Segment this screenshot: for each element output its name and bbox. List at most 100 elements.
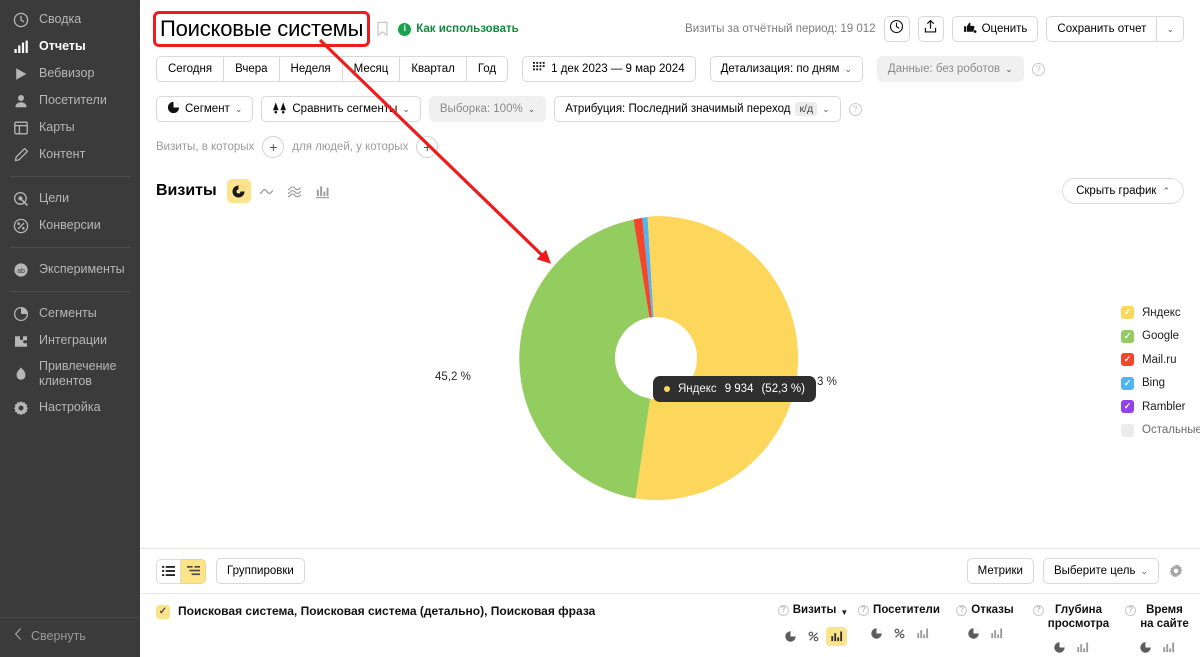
- period-year[interactable]: Год: [466, 56, 509, 82]
- metric-title[interactable]: ? Глубина просмотра: [1028, 603, 1114, 631]
- metrics-button[interactable]: Метрики: [966, 558, 1034, 584]
- sidebar-item-label: Привлечение клиентов: [39, 359, 117, 388]
- add-visit-filter-button[interactable]: +: [262, 136, 285, 158]
- segment-button[interactable]: Сегмент ⌄: [156, 96, 254, 122]
- sidebar-item-reports[interactable]: Отчеты: [0, 33, 140, 60]
- pie-icon[interactable]: [779, 627, 801, 646]
- gear-icon[interactable]: [1168, 563, 1184, 579]
- sidebar-item-visitors[interactable]: Посетители: [0, 87, 140, 114]
- question-icon[interactable]: ?: [858, 604, 870, 616]
- pie-icon[interactable]: [1049, 638, 1070, 657]
- sample-label: Выборка: 100%: [439, 103, 523, 115]
- question-icon[interactable]: ?: [1032, 604, 1044, 616]
- metric-title[interactable]: ? Визиты ▼: [770, 603, 856, 620]
- sidebar-item-experiments[interactable]: ab Эксперименты: [0, 256, 140, 283]
- legend-item-other[interactable]: Остальные: [1121, 423, 1200, 437]
- chart-tooltip: Яндекс 9 934 (52,3 %): [653, 376, 816, 402]
- sample-dropdown[interactable]: Выборка: 100% ⌄: [428, 96, 547, 122]
- sidebar-item-webvisor[interactable]: Вебвизор: [0, 60, 140, 87]
- conversions-icon: [12, 217, 29, 234]
- bookmark-icon[interactable]: [376, 21, 389, 37]
- add-people-filter-button[interactable]: +: [416, 136, 439, 158]
- hide-chart-button[interactable]: Скрыть график ⌃: [1062, 178, 1184, 204]
- sidebar-item-goals[interactable]: Цели: [0, 185, 140, 212]
- main-content: Поисковые системы i Как использовать Виз…: [140, 0, 1200, 657]
- how-to-use-link[interactable]: i Как использовать: [398, 22, 519, 36]
- sidebar-item-integrations[interactable]: Интеграции: [0, 327, 140, 354]
- period-quarter[interactable]: Квартал: [400, 56, 467, 82]
- percent-icon[interactable]: [802, 627, 824, 646]
- metric-title[interactable]: ? Посетители: [856, 603, 942, 617]
- question-icon[interactable]: ?: [848, 102, 862, 116]
- pie-icon[interactable]: [963, 624, 984, 643]
- sidebar-divider: [10, 247, 130, 248]
- rate-label: Оценить: [981, 23, 1028, 35]
- history-button[interactable]: [883, 16, 910, 42]
- legend-label: Bing: [1142, 377, 1166, 389]
- metric-title[interactable]: ? Время на сайте: [1114, 603, 1200, 631]
- goal-select-dropdown[interactable]: Выберите цель ⌄: [1042, 558, 1159, 584]
- pie-chart-icon[interactable]: [226, 179, 251, 203]
- sidebar-item-segments[interactable]: Сегменты: [0, 300, 140, 327]
- sidebar-item-summary[interactable]: Сводка: [0, 6, 140, 33]
- legend-checkbox[interactable]: ✓: [1121, 353, 1134, 366]
- tree-view-icon[interactable]: [181, 558, 206, 584]
- legend-item-bing[interactable]: ✓ Bing: [1121, 376, 1200, 390]
- percent-icon[interactable]: [888, 624, 910, 643]
- segments-icon: [12, 305, 29, 322]
- save-report-button[interactable]: Сохранить отчет: [1046, 16, 1158, 42]
- bar-chart-icon[interactable]: [310, 179, 335, 203]
- legend-item-google[interactable]: ✓ Google: [1121, 329, 1200, 343]
- pie-icon[interactable]: [1135, 638, 1156, 657]
- bars-icon[interactable]: [1158, 638, 1179, 657]
- detail-level-dropdown[interactable]: Детализация: по дням ⌄: [709, 56, 863, 82]
- data-filter-dropdown[interactable]: Данные: без роботов ⌄: [876, 56, 1024, 82]
- question-icon[interactable]: ?: [1125, 604, 1137, 616]
- legend-checkbox[interactable]: [1121, 423, 1134, 437]
- question-icon[interactable]: ?: [777, 604, 789, 616]
- sidebar-item-acquisition[interactable]: Привлечение клиентов: [0, 354, 140, 394]
- chart-header: Визиты Скрыть график ⌃: [156, 178, 1184, 204]
- legend-checkbox[interactable]: ✓: [1121, 306, 1134, 319]
- calendar-icon: [533, 61, 546, 77]
- pie-icon[interactable]: [865, 624, 887, 643]
- line-chart-icon[interactable]: [254, 179, 279, 203]
- period-today[interactable]: Сегодня: [156, 56, 225, 82]
- area-chart-icon[interactable]: [282, 179, 307, 203]
- bars-icon[interactable]: [1072, 638, 1093, 657]
- metric-display-toggles: [942, 624, 1028, 643]
- question-icon[interactable]: ?: [1031, 62, 1045, 76]
- compare-segments-button[interactable]: Сравнить сегменты ⌄: [261, 96, 421, 122]
- legend-item-rambler[interactable]: ✓ Rambler: [1121, 400, 1200, 413]
- sort-arrow-icon[interactable]: ▼: [840, 606, 848, 620]
- legend-checkbox[interactable]: ✓: [1121, 329, 1134, 343]
- list-view-icon[interactable]: [156, 558, 181, 584]
- period-yesterday[interactable]: Вчера: [224, 56, 280, 82]
- sidebar-item-conversions[interactable]: Конверсии: [0, 212, 140, 239]
- dimension-checkbox[interactable]: ✓: [156, 605, 170, 619]
- groupings-button[interactable]: Группировки: [216, 558, 305, 584]
- bars-icon[interactable]: [825, 627, 847, 646]
- question-icon[interactable]: ?: [956, 604, 968, 616]
- attribution-dropdown[interactable]: Атрибуция: Последний значимый переход к/…: [554, 96, 841, 122]
- sidebar-item-content[interactable]: Контент: [0, 141, 140, 168]
- legend-checkbox[interactable]: ✓: [1121, 400, 1134, 413]
- bars-icon[interactable]: [911, 624, 933, 643]
- export-button[interactable]: [917, 16, 944, 42]
- sidebar-item-settings[interactable]: Настройка: [0, 394, 140, 421]
- report-table: Группировки Метрики Выберите цель ⌄ ✓ По…: [140, 548, 1200, 657]
- sidebar-collapse-button[interactable]: Свернуть: [0, 617, 140, 657]
- period-month[interactable]: Месяц: [342, 56, 401, 82]
- date-range-picker[interactable]: 1 дек 2023 — 9 мар 2024: [522, 56, 696, 82]
- legend-item-yandex[interactable]: ✓ Яндекс: [1121, 306, 1200, 319]
- rate-button[interactable]: Оценить: [951, 16, 1039, 42]
- metric-title[interactable]: ? Отказы: [942, 603, 1028, 617]
- period-week[interactable]: Неделя: [279, 56, 343, 82]
- legend-item-mailru[interactable]: ✓ Mail.ru: [1121, 353, 1200, 366]
- legend-label: Rambler: [1142, 400, 1186, 413]
- sidebar-item-maps[interactable]: Карты: [0, 114, 140, 141]
- bars-icon[interactable]: [986, 624, 1007, 643]
- save-report-dropdown[interactable]: ⌄: [1157, 16, 1184, 42]
- metric-label: Визиты: [792, 604, 837, 616]
- legend-checkbox[interactable]: ✓: [1121, 376, 1134, 390]
